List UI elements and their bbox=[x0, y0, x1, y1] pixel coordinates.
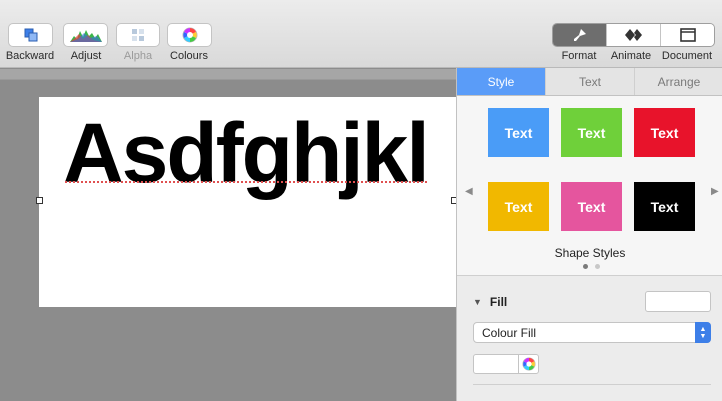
shape-styles-label: Shape Styles bbox=[554, 246, 626, 260]
adjust-label: Adjust bbox=[70, 50, 102, 62]
shape-style-yellow[interactable]: Text bbox=[488, 182, 549, 231]
chevron-left-icon[interactable]: ◀ bbox=[465, 186, 473, 197]
slide-page[interactable]: Asdfghjkl bbox=[39, 97, 456, 307]
chevron-right-icon[interactable]: ▶ bbox=[711, 186, 719, 197]
shape-style-blue[interactable]: Text bbox=[488, 108, 549, 157]
section-divider bbox=[473, 384, 711, 385]
diamonds-icon bbox=[624, 29, 642, 41]
ruler bbox=[0, 69, 456, 80]
format-label: Format bbox=[561, 50, 597, 62]
paintbrush-icon bbox=[573, 29, 586, 41]
resize-handle-left[interactable] bbox=[36, 197, 43, 204]
color-wheel-icon bbox=[521, 357, 536, 371]
toolbar: Backward Adjust Alpha Colours Format Ani… bbox=[0, 0, 722, 68]
colours-button[interactable] bbox=[167, 23, 212, 47]
slide-canvas[interactable]: Asdfghjkl bbox=[0, 69, 458, 401]
alpha-button[interactable] bbox=[116, 23, 160, 47]
format-inspector: Style Text Arrange ◀ ▶ Text Text Text Te… bbox=[456, 68, 722, 401]
alpha-label: Alpha bbox=[123, 50, 153, 62]
shape-style-green[interactable]: Text bbox=[561, 108, 622, 157]
fill-color-well[interactable] bbox=[473, 354, 539, 374]
fill-label: Fill bbox=[489, 295, 508, 309]
shape-style-black[interactable]: Text bbox=[634, 182, 695, 231]
color-picker-button[interactable] bbox=[518, 355, 538, 373]
animate-label: Animate bbox=[610, 50, 652, 62]
histogram-icon bbox=[69, 30, 102, 42]
document-icon bbox=[679, 28, 696, 42]
shape-style-red[interactable]: Text bbox=[634, 108, 695, 157]
format-button[interactable] bbox=[553, 24, 607, 46]
spellcheck-underline bbox=[65, 181, 429, 183]
document-button[interactable] bbox=[661, 24, 714, 46]
tab-text[interactable]: Text bbox=[546, 68, 635, 95]
shape-style-pink[interactable]: Text bbox=[561, 182, 622, 231]
inspector-tabs: Style Text Arrange bbox=[457, 68, 722, 96]
animate-button[interactable] bbox=[607, 24, 661, 46]
fill-section-header[interactable]: ▼ Fill bbox=[473, 295, 507, 309]
alpha-icon bbox=[132, 29, 144, 41]
disclosure-triangle-icon[interactable]: ▼ bbox=[473, 297, 482, 307]
backward-button[interactable] bbox=[8, 23, 53, 47]
adjust-button[interactable] bbox=[63, 23, 108, 47]
fill-preview[interactable] bbox=[645, 291, 711, 312]
inspector-segmented-control bbox=[552, 23, 715, 47]
backward-icon bbox=[24, 28, 37, 42]
chevron-updown-icon[interactable]: ▲ ▼ bbox=[695, 322, 711, 343]
page-dot-1[interactable] bbox=[583, 264, 588, 269]
tab-arrange[interactable]: Arrange bbox=[635, 68, 722, 95]
text-box[interactable]: Asdfghjkl bbox=[63, 103, 430, 203]
backward-label: Backward bbox=[5, 50, 55, 62]
tab-style[interactable]: Style bbox=[457, 68, 546, 95]
page-dot-2[interactable] bbox=[595, 264, 600, 269]
color-wheel-icon bbox=[182, 27, 197, 43]
fill-type-select[interactable]: Colour Fill ▲ ▼ bbox=[473, 322, 711, 343]
shape-styles-panel: ◀ ▶ Text Text Text Text Text Text Shape … bbox=[457, 96, 722, 276]
colours-label: Colours bbox=[170, 50, 208, 62]
fill-type-value: Colour Fill bbox=[482, 325, 537, 340]
document-label: Document bbox=[661, 50, 713, 62]
